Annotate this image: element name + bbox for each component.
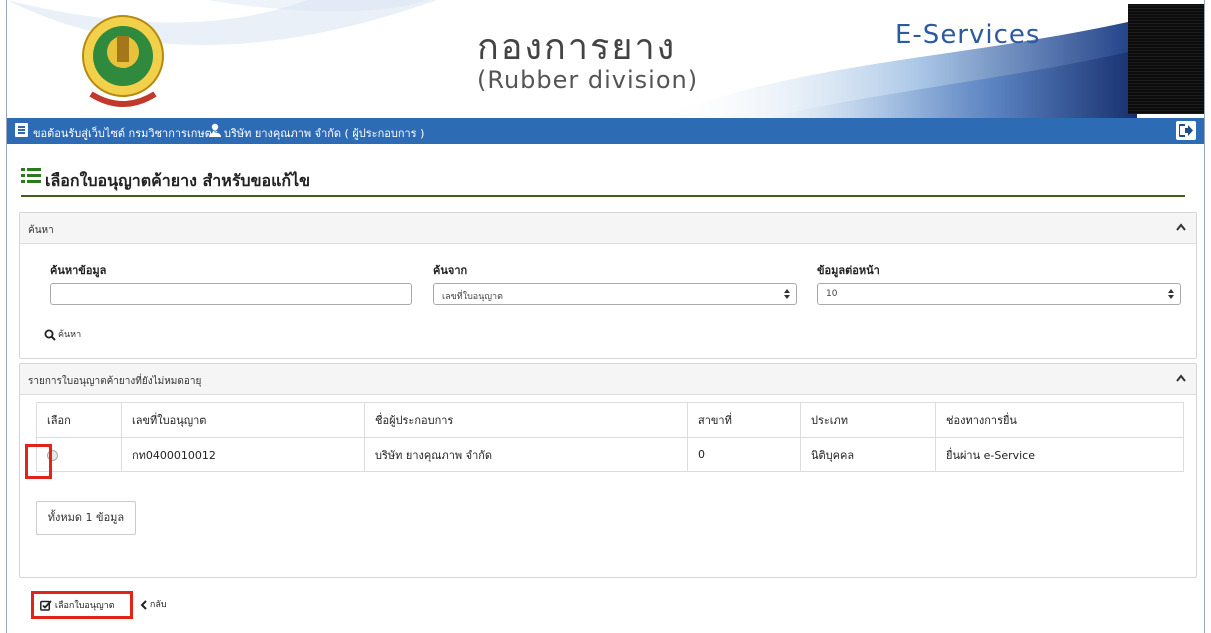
app-frame: กองการยาง (Rubber division) E-Services ข…	[6, 0, 1205, 633]
back-button[interactable]: กลับ	[140, 597, 167, 611]
page-size-select[interactable]: 10	[817, 283, 1181, 305]
search-button[interactable]: ค้นหา	[44, 327, 81, 341]
menu-icon[interactable]	[15, 123, 28, 137]
edit-check-icon	[40, 600, 52, 611]
department-logo	[82, 15, 164, 107]
top-navbar: ขอต้อนรับสู่เว็บไซต์ กรมวิชาการเกษตร บริ…	[7, 118, 1204, 144]
user-company-text: บริษัท ยางคุณภาพ จำกัด ( ผู้ประกอบการ )	[224, 127, 425, 140]
search-button-label: ค้นหา	[58, 330, 82, 340]
table-row[interactable]: กท0400010012 บริษัท ยางคุณภาพ จำกัด 0 นิ…	[36, 437, 1184, 472]
select-arrows-icon	[784, 289, 790, 299]
select-arrows-icon	[1168, 289, 1174, 299]
results-panel-header[interactable]: รายการใบอนุญาตค้ายางที่ยังไม่หมดอายุ	[20, 364, 1196, 395]
banner-photo	[1128, 4, 1204, 114]
column-header: สาขาที่	[687, 402, 801, 438]
chevron-up-icon[interactable]	[1176, 374, 1186, 382]
radio-highlight-box	[25, 444, 52, 479]
license-number-cell: กท0400010012	[121, 437, 365, 472]
column-header: ชื่อผู้ประกอบการ	[364, 402, 688, 438]
header-banner: กองการยาง (Rubber division) E-Services	[7, 0, 1204, 118]
page-title: เลือกใบอนุญาตค้ายาง สำหรับขอแก้ไข	[45, 171, 311, 190]
search-icon	[44, 329, 56, 341]
column-header: เลือก	[36, 402, 122, 438]
column-header: ประเภท	[800, 402, 936, 438]
logout-icon[interactable]	[1176, 121, 1196, 140]
search-from-select[interactable]: เลขที่ใบอนุญาต	[433, 283, 797, 305]
search-panel-header[interactable]: ค้นหา	[20, 213, 1196, 244]
search-panel-title: ค้นหา	[28, 225, 54, 236]
column-header: เลขที่ใบอนุญาต	[121, 402, 365, 438]
welcome-text: ขอต้อนรับสู่เว็บไซต์ กรมวิชาการเกษตร	[33, 127, 218, 140]
search-from-label: ค้นจาก	[433, 264, 468, 277]
page-size-label: ข้อมูลต่อหน้า	[817, 264, 880, 277]
page-heading: เลือกใบอนุญาตค้ายาง สำหรับขอแก้ไข	[21, 163, 1185, 197]
back-label: กลับ	[149, 600, 167, 610]
list-icon	[21, 168, 41, 183]
results-panel: รายการใบอนุญาตค้ายางที่ยังไม่หมดอายุ เลื…	[19, 363, 1197, 578]
keyword-input[interactable]	[50, 283, 412, 305]
chevron-up-icon[interactable]	[1176, 223, 1186, 231]
license-table: เลือก เลขที่ใบอนุญาต ชื่อผู้ประกอบการ สา…	[36, 402, 1184, 472]
branch-cell: 0	[687, 437, 801, 472]
total-count-badge: ทั้งหมด 1 ข้อมูล	[36, 501, 136, 535]
select-license-button[interactable]: เลือกใบอนุญาต	[31, 591, 133, 619]
eservices-label: E-Services	[895, 20, 1041, 50]
user-icon	[209, 123, 221, 137]
operator-name-cell: บริษัท ยางคุณภาพ จำกัด	[364, 437, 688, 472]
search-from-selected: เลขที่ใบอนุญาต	[442, 292, 503, 302]
site-title-english: (Rubber division)	[477, 66, 699, 94]
results-panel-title: รายการใบอนุญาตค้ายางที่ยังไม่หมดอายุ	[28, 376, 202, 387]
column-header: ช่องทางการยื่น	[935, 402, 1184, 438]
search-panel: ค้นหา ค้นหาข้อมูล ค้นจาก เลขที่ใบอนุญาต …	[19, 212, 1197, 359]
keyword-label: ค้นหาข้อมูล	[50, 264, 107, 277]
page-size-selected: 10	[826, 289, 838, 299]
type-cell: นิติบุคคล	[800, 437, 936, 472]
chevron-left-icon	[140, 599, 147, 610]
table-header-row: เลือก เลขที่ใบอนุญาต ชื่อผู้ประกอบการ สา…	[36, 402, 1184, 438]
channel-cell: ยื่นผ่าน e-Service	[935, 437, 1184, 472]
select-license-label: เลือกใบอนุญาต	[54, 601, 115, 611]
